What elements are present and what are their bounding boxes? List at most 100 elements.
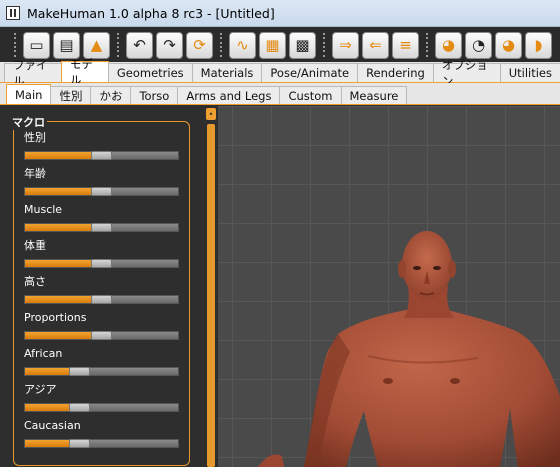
slider-handle[interactable] [91, 295, 112, 304]
macro-slider-row: 性別 [24, 131, 184, 160]
slider-fill [25, 152, 95, 159]
tab-model[interactable]: モデル [60, 57, 109, 87]
slider-handle[interactable] [69, 367, 90, 376]
top-view-icon: ◕ [501, 35, 516, 54]
slider-fill [25, 260, 95, 267]
left-view-button[interactable]: ◕ [435, 31, 462, 59]
smooth-icon: ∿ [236, 35, 249, 54]
tab-materials[interactable]: Materials [191, 63, 263, 82]
slider-label: 性別 [24, 131, 46, 144]
subtab-measure[interactable]: Measure [340, 86, 408, 104]
tab-utilities[interactable]: Utilities [499, 63, 560, 82]
toolbar-separator [218, 32, 224, 58]
title-bar: MakeHuman 1.0 alpha 8 rc3 - [Untitled] [0, 0, 560, 27]
right-nipple [450, 378, 460, 384]
macro-slider-row: Proportions [24, 311, 184, 340]
subtab-face[interactable]: かお [90, 86, 132, 104]
left-ear [398, 260, 406, 278]
subtab-gender[interactable]: 性別 [50, 86, 92, 104]
main-tab-bar: ファイル モデル Geometries Materials Pose/Anima… [0, 57, 560, 88]
slider-track[interactable] [24, 295, 179, 304]
slider-track[interactable] [24, 223, 179, 232]
back-view-button[interactable]: ⇐ [362, 31, 389, 59]
right-ear [448, 260, 456, 278]
macro-slider-row: African [24, 347, 184, 376]
subtab-arms-and-legs[interactable]: Arms and Legs [177, 86, 281, 104]
export-button[interactable]: ▲ [83, 31, 110, 59]
right-view-button[interactable]: ◔ [465, 31, 492, 59]
macro-slider-row: Caucasian [24, 419, 184, 448]
slider-fill [25, 224, 95, 231]
tab-geometries[interactable]: Geometries [107, 63, 193, 82]
slider-label: Proportions [24, 311, 87, 324]
redo-button[interactable]: ↷ [156, 31, 183, 59]
slider-track[interactable] [24, 187, 179, 196]
slider-handle[interactable] [69, 439, 90, 448]
left-panel: マクロ 性別 年齢 Muscle 体重 高さ Proportions African アジア C… [0, 106, 204, 467]
top-view-button[interactable]: ◕ [495, 31, 522, 59]
front-view-button[interactable]: ⇒ [332, 31, 359, 59]
subtab-main[interactable]: Main [6, 84, 52, 104]
slider-label: 高さ [24, 275, 46, 288]
reset-button[interactable]: ⟳ [186, 31, 213, 59]
head-shape [402, 231, 452, 299]
background-button[interactable]: ▩ [289, 31, 316, 59]
tab-options[interactable]: オプション [432, 58, 501, 88]
reset-icon: ⟳ [193, 35, 206, 54]
undo-button[interactable]: ↶ [126, 31, 153, 59]
slider-track[interactable] [24, 403, 179, 412]
macro-slider-row: 年齢 [24, 167, 184, 196]
macro-slider-row: 体重 [24, 239, 184, 268]
side-view-button[interactable]: ≡ [392, 31, 419, 59]
slider-fill [25, 404, 73, 411]
right-eye [433, 266, 441, 270]
panel-scroll-button[interactable]: • [206, 108, 216, 120]
slider-track[interactable] [24, 331, 179, 340]
3d-viewport[interactable] [218, 106, 560, 467]
background-icon: ▩ [295, 35, 310, 54]
load-icon: ▭ [29, 35, 44, 54]
slider-fill [25, 368, 73, 375]
export-icon: ▲ [90, 35, 103, 54]
save-button[interactable]: ▤ [53, 31, 80, 59]
slider-label: African [24, 347, 63, 360]
slider-track[interactable] [24, 367, 179, 376]
macro-group: マクロ 性別 年齢 Muscle 体重 高さ Proportions African アジア C… [10, 114, 190, 466]
wireframe-button[interactable]: ▦ [259, 31, 286, 59]
redo-icon: ↷ [163, 35, 176, 54]
slider-handle[interactable] [91, 331, 112, 340]
sub-tab-bar: Main 性別 かお Torso Arms and Legs Custom Me… [0, 83, 560, 105]
macro-slider-row: Muscle [24, 203, 184, 232]
bottom-view-icon: ◗ [534, 35, 543, 54]
slider-fill [25, 188, 95, 195]
window-title: MakeHuman 1.0 alpha 8 rc3 - [Untitled] [27, 5, 275, 21]
slider-handle[interactable] [91, 151, 112, 160]
slider-handle[interactable] [91, 223, 112, 232]
slider-track[interactable] [24, 439, 179, 448]
bottom-view-button[interactable]: ◗ [525, 31, 552, 59]
slider-handle[interactable] [91, 259, 112, 268]
macro-group-title: マクロ [10, 114, 47, 130]
human-model [258, 231, 560, 467]
tab-rendering[interactable]: Rendering [357, 63, 434, 82]
tab-pose-animate[interactable]: Pose/Animate [261, 63, 359, 82]
panel-scrollbar[interactable] [207, 124, 215, 467]
undo-icon: ↶ [133, 35, 146, 54]
macro-slider-row: 高さ [24, 275, 184, 304]
subtab-custom[interactable]: Custom [279, 86, 342, 104]
front-view-icon: ⇒ [339, 35, 352, 54]
slider-track[interactable] [24, 151, 179, 160]
left-view-icon: ◕ [441, 35, 456, 54]
back-view-icon: ⇐ [369, 35, 382, 54]
tab-file[interactable]: ファイル [4, 58, 62, 88]
slider-handle[interactable] [91, 187, 112, 196]
slider-label: Muscle [24, 203, 63, 216]
subtab-torso[interactable]: Torso [130, 86, 179, 104]
smooth-button[interactable]: ∿ [229, 31, 256, 59]
slider-label: 体重 [24, 239, 46, 252]
slider-handle[interactable] [69, 403, 90, 412]
load-button[interactable]: ▭ [23, 31, 50, 59]
slider-fill [25, 296, 95, 303]
toolbar-separator [115, 32, 121, 58]
slider-track[interactable] [24, 259, 179, 268]
